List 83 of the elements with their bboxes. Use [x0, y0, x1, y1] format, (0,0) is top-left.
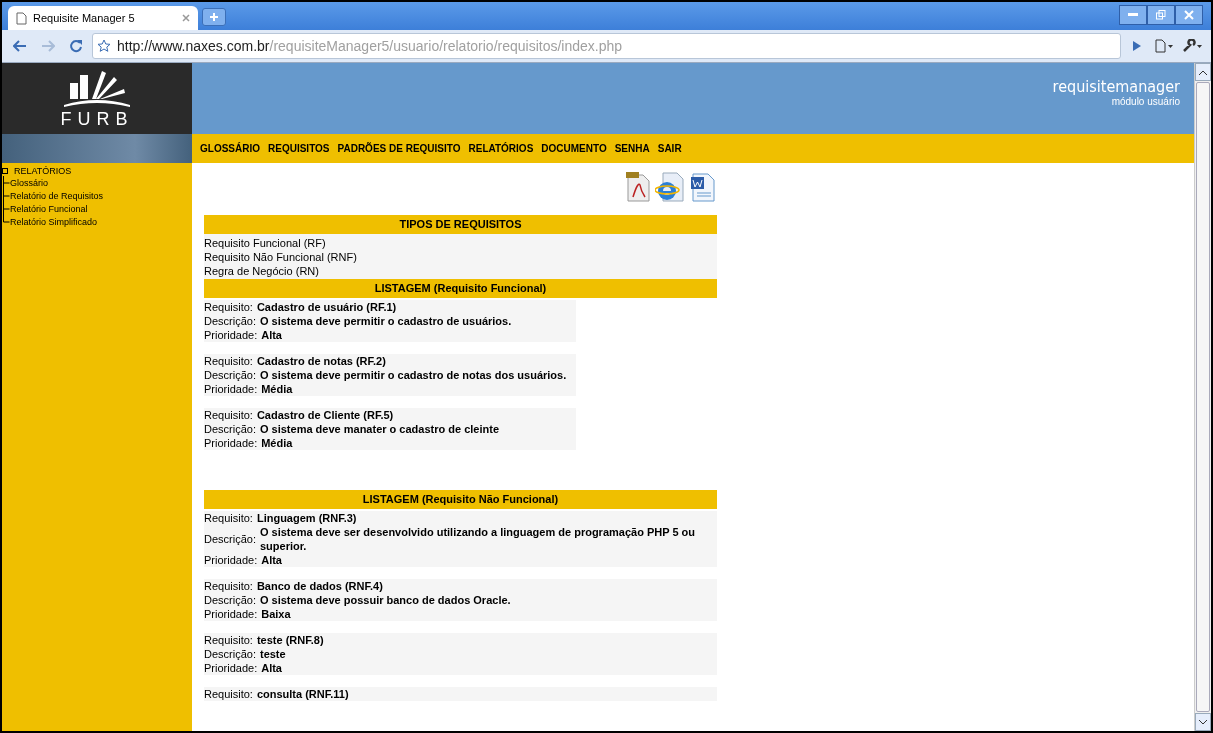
- field-label: Descrição:: [204, 368, 256, 382]
- type-text: Requisito Funcional (RF): [204, 236, 327, 250]
- forward-arrow-icon: [41, 40, 55, 52]
- field-value: O sistema deve ser desenvolvido utilizando a linguagem de programação PHP 5 ou superior.: [259, 525, 696, 553]
- module-name: módulo usuário: [1111, 96, 1180, 107]
- scrollbar[interactable]: [1194, 63, 1211, 731]
- minimize-button[interactable]: [1119, 5, 1147, 25]
- field-value: O sistema deve possuir banco de dados Oracle.: [259, 593, 511, 607]
- field-value: consulta (RNF.11): [256, 687, 349, 701]
- tree-item-link[interactable]: Glossário: [10, 177, 48, 188]
- app-name: requisitemanager: [1052, 77, 1180, 96]
- field-label: Requisito:: [204, 511, 253, 525]
- plus-icon: [209, 12, 219, 22]
- furb-logo[interactable]: FURB: [2, 63, 192, 134]
- field-value: teste: [259, 647, 286, 661]
- field-label: Descrição:: [204, 314, 256, 328]
- word-export-icon[interactable]: [689, 171, 717, 203]
- field-label: Descrição:: [204, 422, 256, 436]
- play-icon: [1132, 41, 1142, 51]
- tree-item-link[interactable]: Relatório Simplificado: [10, 216, 98, 227]
- section-header: TIPOS DE REQUISITOS: [204, 215, 717, 234]
- page-icon: [16, 11, 27, 25]
- tree-item-link[interactable]: Relatório Funcional: [10, 203, 88, 214]
- field-label: Requisito:: [204, 633, 253, 647]
- field-label: Requisito:: [204, 354, 253, 368]
- pdf-export-icon[interactable]: [625, 171, 651, 203]
- close-icon: [1184, 10, 1194, 20]
- field-value: Linguagem (RNF.3): [256, 511, 357, 525]
- field-value: teste (RNF.8): [256, 633, 324, 647]
- page-icon: [1155, 39, 1175, 53]
- field-label: Prioridade:: [204, 607, 258, 621]
- section-header: LISTAGEM (Requisito Funcional): [204, 279, 717, 298]
- field-label: Requisito:: [204, 300, 253, 314]
- nav-link[interactable]: DOCUMENTO: [541, 143, 607, 154]
- field-value: Cadastro de notas (RF.2): [256, 354, 386, 368]
- field-label: Requisito:: [204, 579, 253, 593]
- field-value: Média: [261, 436, 293, 450]
- close-button[interactable]: [1175, 5, 1203, 25]
- close-icon[interactable]: [182, 14, 190, 22]
- field-value: O sistema deve permitir o cadastro de usuários.: [259, 314, 512, 328]
- nav-link[interactable]: GLOSSÁRIO: [200, 143, 260, 154]
- wrench-icon: [1182, 39, 1204, 53]
- field-label: Prioridade:: [204, 553, 258, 567]
- field-value: Alta: [261, 328, 282, 342]
- ie-export-icon[interactable]: [655, 171, 685, 203]
- nav-link[interactable]: REQUISITOS: [268, 143, 330, 154]
- field-value: Média: [261, 382, 293, 396]
- back-arrow-icon: [13, 40, 27, 52]
- field-label: Prioridade:: [204, 661, 258, 675]
- address-field[interactable]: http://www.naxes.com.br/requisiteManager5/usuario/relatorio/requisitos/index.php: [92, 33, 1121, 59]
- new-tab-button[interactable]: [202, 8, 226, 26]
- field-label: Descrição:: [204, 532, 256, 546]
- nav-link[interactable]: SENHA: [614, 143, 650, 154]
- field-value: Cadastro de Cliente (RF.5): [256, 408, 394, 422]
- nav-link[interactable]: SAIR: [657, 143, 682, 154]
- field-value: Baixa: [261, 607, 291, 621]
- field-value: O sistema deve permitir o cadastro de notas dos usuários.: [259, 368, 567, 382]
- field-value: Banco de dados (RNF.4): [256, 579, 383, 593]
- restore-button[interactable]: [1147, 5, 1175, 25]
- reload-icon: [69, 39, 83, 53]
- nav-link[interactable]: RELATÓRIOS: [468, 143, 534, 154]
- tree-root-link[interactable]: RELATÓRIOS: [14, 166, 72, 176]
- field-value: Cadastro de usuário (RF.1): [256, 300, 397, 314]
- field-value: O sistema deve manater o cadastro de cleinte: [259, 422, 499, 436]
- field-label: Requisito:: [204, 687, 253, 701]
- field-label: Prioridade:: [204, 382, 258, 396]
- field-label: Descrição:: [204, 647, 256, 661]
- type-text: Regra de Negócio (RN): [204, 264, 320, 278]
- nav-link[interactable]: PADRÕES DE REQUISITO: [337, 143, 461, 154]
- star-icon[interactable]: [97, 39, 111, 53]
- field-label: Descrição:: [204, 593, 256, 607]
- type-text: Requisito Não Funcional (RNF): [204, 250, 358, 264]
- minimize-icon: [1128, 13, 1138, 17]
- field-value: Alta: [261, 661, 282, 675]
- field-label: Prioridade:: [204, 436, 258, 450]
- tree-item-link[interactable]: Relatório de Requisitos: [10, 190, 104, 201]
- section-header: LISTAGEM (Requisito Não Funcional): [204, 490, 717, 509]
- restore-icon: [1156, 10, 1166, 20]
- browser-tab[interactable]: Requisite Manager 5: [8, 6, 198, 30]
- field-label: Prioridade:: [204, 328, 258, 342]
- tab-title: Requisite Manager 5: [33, 12, 136, 24]
- field-label: Requisito:: [204, 408, 253, 422]
- field-value: Alta: [261, 553, 282, 567]
